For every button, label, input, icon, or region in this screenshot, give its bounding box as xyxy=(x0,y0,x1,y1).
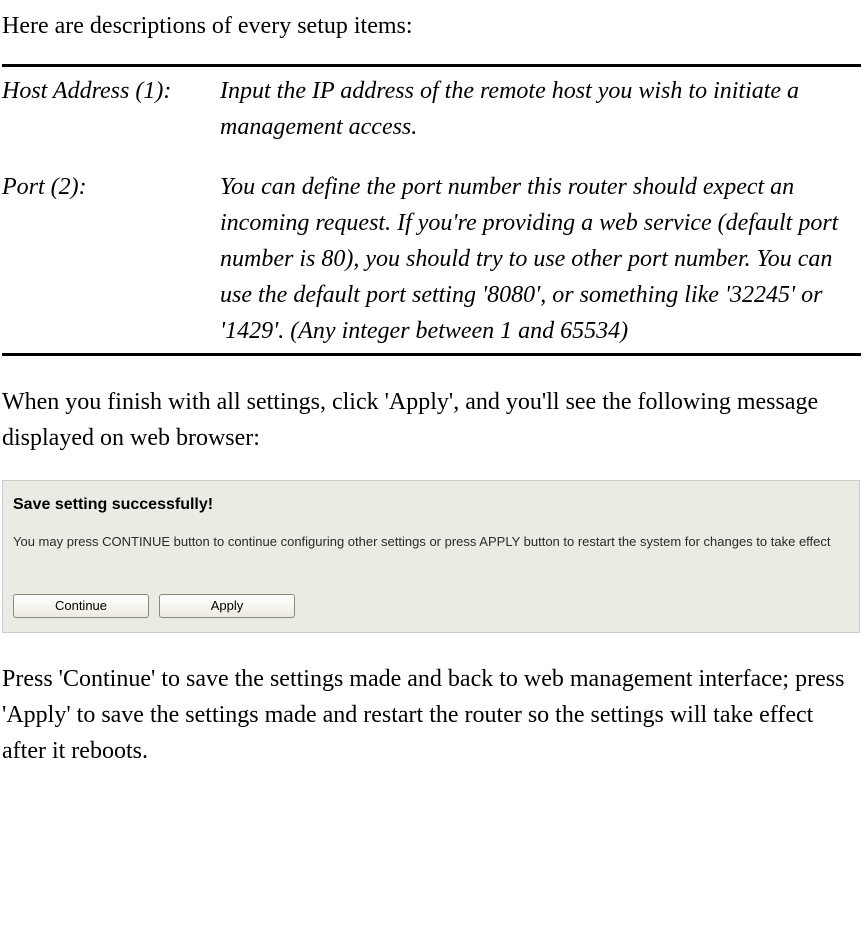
intro-paragraph: Here are descriptions of every setup ite… xyxy=(2,8,861,44)
table-row: Host Address (1): Input the IP address o… xyxy=(2,66,861,164)
definition-description: Input the IP address of the remote host … xyxy=(220,66,861,164)
definition-term: Port (2): xyxy=(2,163,220,355)
definition-term: Host Address (1): xyxy=(2,66,220,164)
dialog-message: You may press CONTINUE button to continu… xyxy=(13,533,849,552)
closing-paragraph: Press 'Continue' to save the settings ma… xyxy=(2,661,861,769)
continue-button[interactable]: Continue xyxy=(13,594,149,618)
save-dialog-panel: Save setting successfully! You may press… xyxy=(2,480,860,633)
table-row: Port (2): You can define the port number… xyxy=(2,163,861,355)
after-table-paragraph: When you finish with all settings, click… xyxy=(2,384,861,456)
definition-description: You can define the port number this rout… xyxy=(220,163,861,355)
dialog-button-row: Continue Apply xyxy=(13,594,849,618)
dialog-title: Save setting successfully! xyxy=(13,493,849,517)
definitions-table: Host Address (1): Input the IP address o… xyxy=(2,64,861,356)
apply-button[interactable]: Apply xyxy=(159,594,295,618)
